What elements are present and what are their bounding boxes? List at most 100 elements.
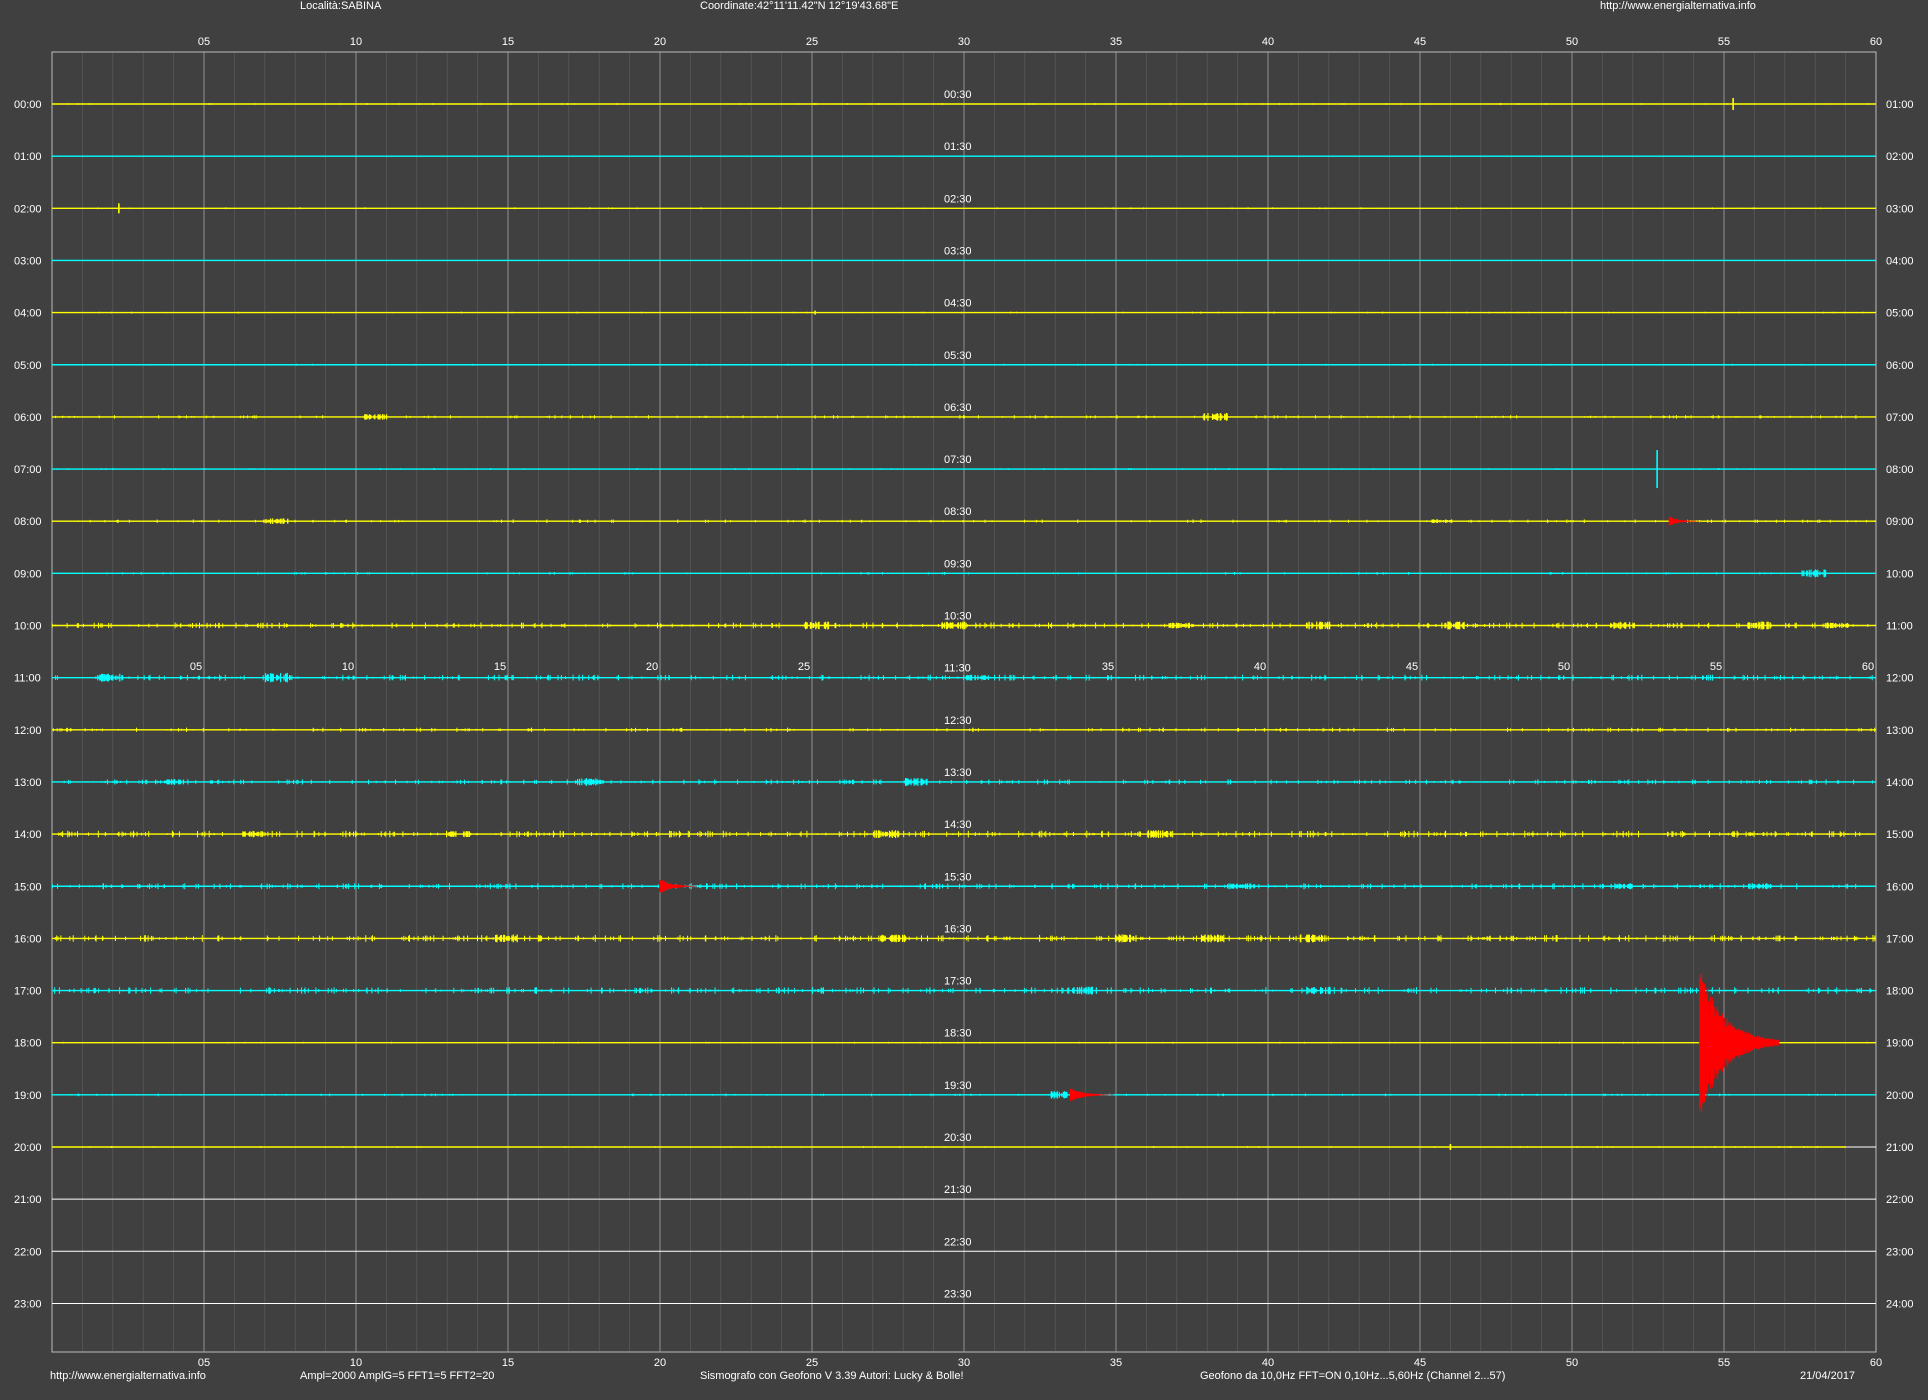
row-label-right: 19:00 <box>1886 1038 1914 1050</box>
row-label-mid: 05:30 <box>944 350 972 362</box>
row-label-right: 07:00 <box>1886 412 1914 424</box>
row-label-mid: 19:30 <box>944 1080 972 1092</box>
row-label-mid: 02:30 <box>944 193 972 205</box>
row-label-left: 03:00 <box>14 255 42 267</box>
row-label-mid: 08:30 <box>944 506 972 518</box>
x-tick-label-mid: 05 <box>190 661 202 673</box>
row-label-right: 10:00 <box>1886 568 1914 580</box>
activity-burst <box>160 779 185 785</box>
row-label-mid: 17:30 <box>944 976 972 988</box>
activity-burst <box>965 674 987 681</box>
x-tick-label-top: 25 <box>806 36 818 48</box>
row-label-left: 15:00 <box>14 881 42 893</box>
x-tick-label-bottom: 40 <box>1262 1357 1274 1369</box>
x-tick-label-top: 50 <box>1566 36 1578 48</box>
row-label-mid: 23:30 <box>944 1288 972 1300</box>
x-tick-label-mid: 15 <box>494 661 506 673</box>
row-label-left: 22:00 <box>14 1246 42 1258</box>
row-label-right: 24:00 <box>1886 1298 1914 1310</box>
row-label-right: 17:00 <box>1886 933 1914 945</box>
footer-sensor: Geofono da 10,0Hz FFT=ON 0,10Hz...5,60Hz… <box>1200 1370 1506 1382</box>
row-label-right: 18:00 <box>1886 986 1914 998</box>
row-label-mid: 00:30 <box>944 89 972 101</box>
x-tick-label-bottom: 35 <box>1110 1357 1122 1369</box>
row-label-mid: 21:30 <box>944 1184 972 1196</box>
activity-burst <box>1444 621 1468 630</box>
x-tick-label-bottom: 55 <box>1718 1357 1730 1369</box>
x-tick-label-mid: 55 <box>1710 661 1722 673</box>
row-label-right: 22:00 <box>1886 1194 1914 1206</box>
x-tick-label-mid: 45 <box>1406 661 1418 673</box>
row-label-mid: 01:30 <box>944 141 972 153</box>
x-tick-label-top: 45 <box>1414 36 1426 48</box>
activity-burst <box>874 830 900 838</box>
footer-software: Sismografo con Geofono V 3.39 Autori: Lu… <box>700 1370 964 1382</box>
row-label-mid: 03:30 <box>944 245 972 257</box>
row-label-mid: 18:30 <box>944 1028 972 1040</box>
row-label-left: 16:00 <box>14 933 42 945</box>
activity-burst <box>263 518 289 524</box>
row-label-mid: 09:30 <box>944 558 972 570</box>
row-label-right: 16:00 <box>1886 881 1914 893</box>
row-label-left: 07:00 <box>14 464 42 476</box>
footer-date: 21/04/2017 <box>1800 1370 1856 1382</box>
row-label-mid: 20:30 <box>944 1132 972 1144</box>
x-tick-label-bottom: 50 <box>1566 1357 1578 1369</box>
row-label-left: 01:00 <box>14 151 42 163</box>
row-label-left: 13:00 <box>14 777 42 789</box>
x-tick-label-bottom: 30 <box>958 1357 970 1369</box>
row-label-left: 19:00 <box>14 1090 42 1102</box>
activity-burst <box>1748 883 1772 890</box>
row-label-mid: 16:30 <box>944 923 972 935</box>
seismic-event <box>1069 1088 1114 1101</box>
activity-burst <box>1200 934 1225 943</box>
row-label-mid: 11:30 <box>944 663 971 675</box>
row-label-right: 13:00 <box>1886 725 1914 737</box>
x-tick-label-mid: 35 <box>1102 661 1114 673</box>
row-label-right: 23:00 <box>1886 1246 1914 1258</box>
seismograph-page: Località:SABINA Coordinate:42°11'11.42"N… <box>0 0 1928 1400</box>
seismic-event <box>1699 973 1780 1112</box>
x-tick-label-mid: 20 <box>646 661 658 673</box>
x-tick-label-mid: 50 <box>1558 661 1570 673</box>
x-tick-label-top: 10 <box>350 36 362 48</box>
x-tick-label-mid: 10 <box>342 661 354 673</box>
activity-burst <box>1114 934 1137 943</box>
x-tick-label-bottom: 25 <box>806 1357 818 1369</box>
seismic-event <box>659 880 698 893</box>
x-tick-label-top: 30 <box>958 36 970 48</box>
x-tick-label-bottom: 45 <box>1414 1357 1426 1369</box>
row-label-right: 09:00 <box>1886 516 1914 528</box>
row-label-left: 06:00 <box>14 412 42 424</box>
seismogram-chart: 05 05 05 10 10 10 15 15 15 20 20 20 25 25 25 30 30 35 35 35… <box>14 36 1914 1369</box>
row-label-right: 02:00 <box>1886 151 1914 163</box>
x-tick-label-top: 15 <box>502 36 514 48</box>
row-label-mid: 14:30 <box>944 819 972 831</box>
row-label-right: 14:00 <box>1886 777 1914 789</box>
activity-burst <box>1747 621 1772 630</box>
row-label-left: 18:00 <box>14 1038 42 1050</box>
row-label-left: 17:00 <box>14 986 42 998</box>
row-label-mid: 10:30 <box>944 611 972 623</box>
seismic-event <box>1668 516 1701 526</box>
row-label-right: 11:00 <box>1886 621 1913 633</box>
row-label-right: 04:00 <box>1886 255 1914 267</box>
row-label-mid: 12:30 <box>944 715 972 727</box>
activity-burst <box>363 414 388 420</box>
footer-site-url[interactable]: http://www.energialternativa.info <box>50 1370 206 1382</box>
x-tick-label-bottom: 10 <box>350 1357 362 1369</box>
row-label-left: 04:00 <box>14 308 42 320</box>
x-tick-label-top: 05 <box>198 36 210 48</box>
row-label-mid: 07:30 <box>944 454 972 466</box>
row-label-right: 06:00 <box>1886 360 1914 372</box>
x-tick-label-bottom: 15 <box>502 1357 514 1369</box>
row-label-mid: 22:30 <box>944 1236 972 1248</box>
row-label-right: 03:00 <box>1886 203 1914 215</box>
row-label-left: 11:00 <box>14 673 41 685</box>
row-label-right: 20:00 <box>1886 1090 1914 1102</box>
row-label-mid: 04:30 <box>944 298 972 310</box>
row-label-mid: 15:30 <box>944 871 972 883</box>
x-tick-label-mid: 40 <box>1254 661 1266 673</box>
row-label-right: 15:00 <box>1886 829 1914 841</box>
row-label-left: 08:00 <box>14 516 42 528</box>
